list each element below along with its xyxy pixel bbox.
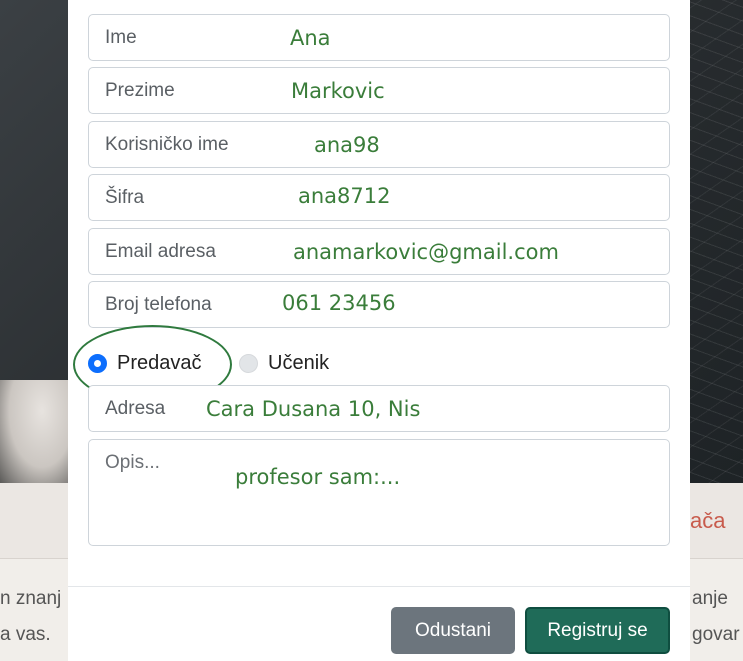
username-value: ana98 (314, 133, 380, 157)
address-value: Cara Dusana 10, Nis (206, 397, 421, 421)
phone-field[interactable]: Broj telefona 061 23456 (88, 281, 670, 328)
phone-label: Broj telefona (105, 294, 212, 315)
last-name-field[interactable]: Prezime Markovic (88, 67, 670, 114)
background-text-right-1: anje (692, 588, 728, 609)
first-name-value: Ana (290, 26, 331, 50)
password-value: ana8712 (298, 184, 391, 208)
cancel-button[interactable]: Odustani (391, 607, 515, 654)
last-name-value: Markovic (291, 79, 385, 103)
background-text-left-1: n znanj (0, 588, 62, 609)
description-value: profesor sam:... (235, 465, 401, 489)
phone-value: 061 23456 (282, 291, 396, 315)
last-name-label: Prezime (105, 80, 175, 101)
first-name-label: Ime (105, 27, 137, 48)
role-radio-predavac[interactable] (88, 354, 107, 373)
role-label-ucenik[interactable]: Učenik (268, 352, 329, 375)
username-field[interactable]: Korisničko ime ana98 (88, 121, 670, 168)
modal-footer-divider (68, 586, 690, 587)
background-chalkboard (683, 0, 743, 483)
background-text-right-2: govar (692, 624, 740, 645)
username-label: Korisničko ime (105, 134, 229, 155)
password-label: Šifra (105, 187, 145, 208)
registration-modal: Ime Ana Prezime Markovic Korisničko ime … (68, 0, 690, 661)
password-field[interactable]: Šifra ana8712 (88, 174, 670, 221)
email-field[interactable]: Email adresa anamarkovic@gmail.com (88, 228, 670, 275)
background-text-left-2: a vas. (0, 624, 51, 645)
role-radio-group: Predavač Učenik (88, 344, 670, 384)
role-label-predavac[interactable]: Predavač (117, 352, 202, 375)
description-placeholder: Opis... (105, 452, 160, 473)
first-name-field[interactable]: Ime Ana (88, 14, 670, 61)
email-value: anamarkovic@gmail.com (293, 240, 559, 264)
register-button[interactable]: Registruj se (525, 607, 670, 654)
address-label: Adresa (105, 398, 166, 419)
address-field[interactable]: Adresa Cara Dusana 10, Nis (88, 385, 670, 432)
role-radio-ucenik[interactable] (239, 354, 258, 373)
description-textarea[interactable]: Opis... profesor sam:... (88, 439, 670, 546)
background-person-image (0, 380, 70, 483)
email-label: Email adresa (105, 241, 216, 262)
background-link-text: ača (690, 508, 726, 533)
